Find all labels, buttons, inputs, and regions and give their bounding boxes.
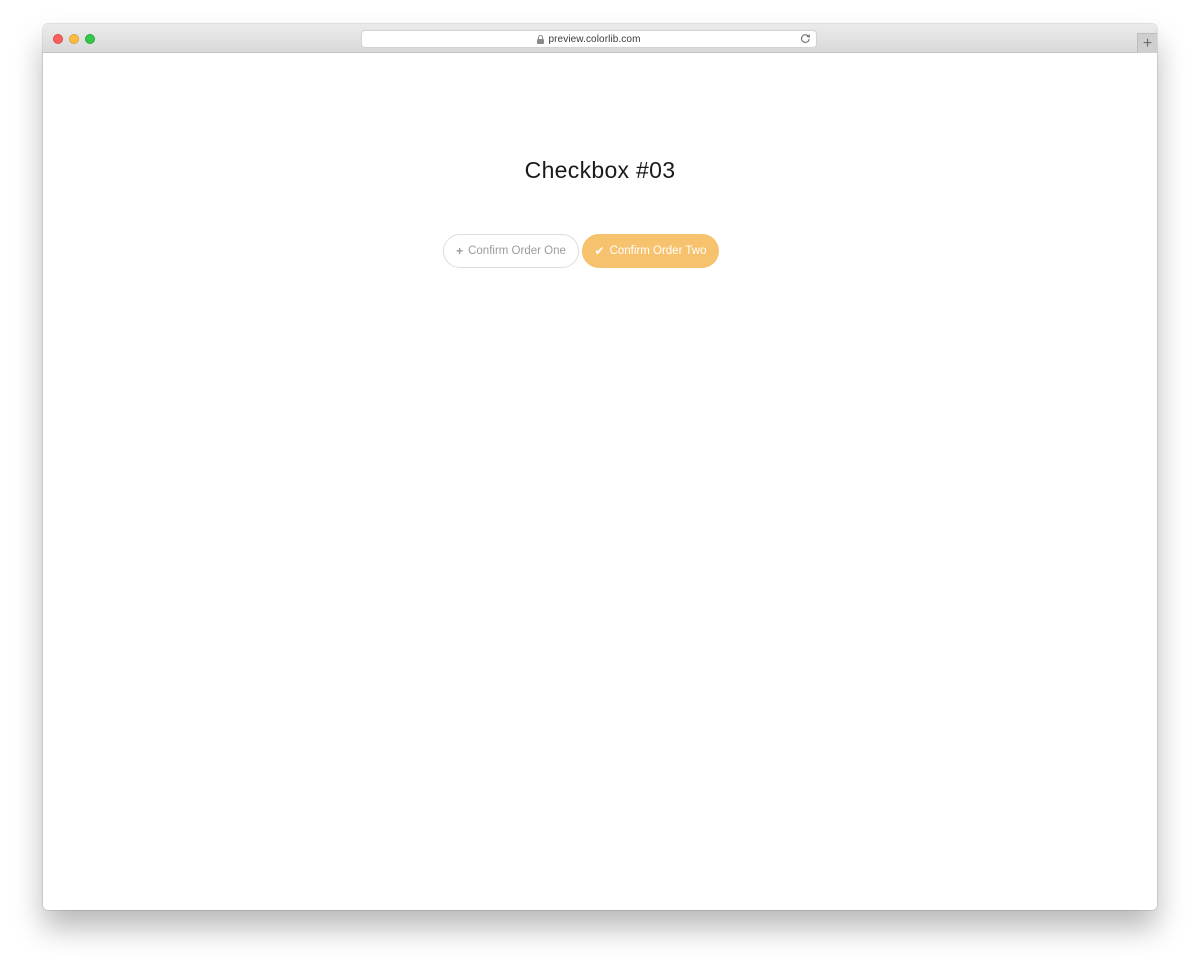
maximize-window-button[interactable] bbox=[85, 34, 95, 44]
checkbox-label: Confirm Order One bbox=[468, 245, 566, 257]
screen: preview.colorlib.com + Checkbox #03 + Co… bbox=[0, 0, 1200, 972]
plus-icon: + bbox=[1142, 34, 1153, 52]
checkbox-label: Confirm Order Two bbox=[609, 245, 707, 257]
confirm-order-one-checkbox[interactable]: + Confirm Order One bbox=[443, 234, 579, 268]
browser-window: preview.colorlib.com + Checkbox #03 + Co… bbox=[43, 24, 1157, 910]
plus-icon: + bbox=[456, 244, 464, 258]
confirm-order-two-checkbox[interactable]: ✔ Confirm Order Two bbox=[582, 234, 719, 268]
lock-icon bbox=[537, 34, 545, 44]
url-text: preview.colorlib.com bbox=[548, 33, 641, 45]
address-bar[interactable]: preview.colorlib.com bbox=[361, 30, 817, 48]
browser-titlebar: preview.colorlib.com + bbox=[43, 24, 1157, 53]
check-icon: ✔ bbox=[594, 244, 605, 258]
checkbox-group: + Confirm Order One ✔ Confirm Order Two bbox=[443, 234, 719, 268]
reload-icon[interactable] bbox=[800, 33, 811, 44]
new-tab-button[interactable]: + bbox=[1137, 33, 1157, 53]
page-content: Checkbox #03 + Confirm Order One ✔ Confi… bbox=[43, 53, 1157, 910]
close-window-button[interactable] bbox=[53, 34, 63, 44]
minimize-window-button[interactable] bbox=[69, 34, 79, 44]
page-title: Checkbox #03 bbox=[524, 157, 676, 183]
